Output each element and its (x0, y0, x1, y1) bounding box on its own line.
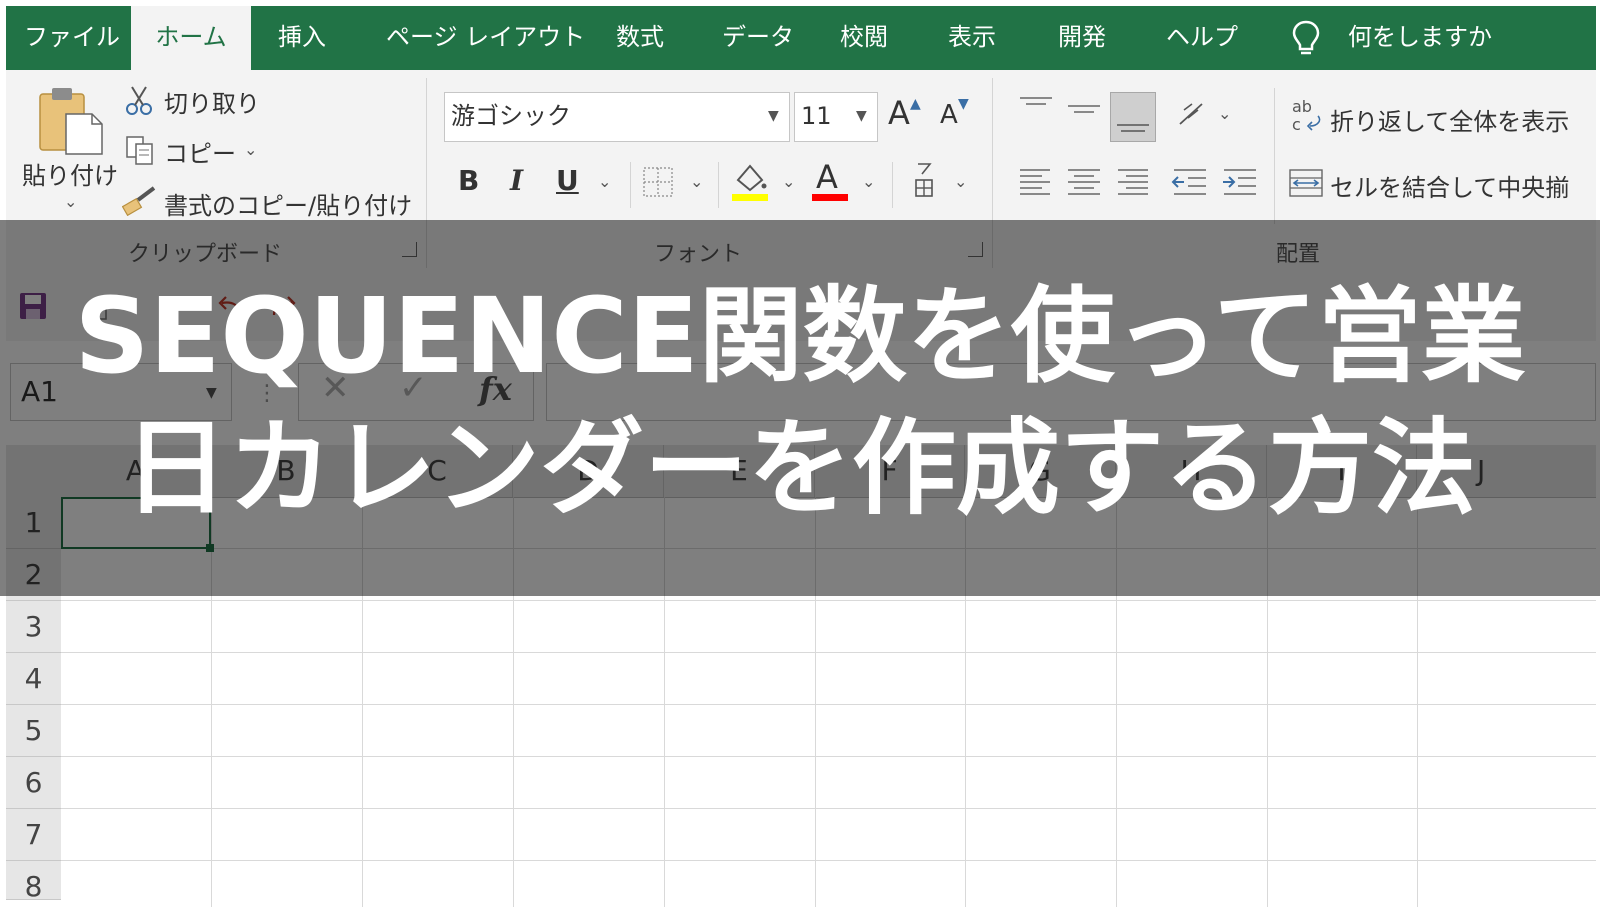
decrease-indent-icon[interactable] (1170, 164, 1210, 200)
row-header-3[interactable]: 3 (6, 601, 61, 653)
grid-line (61, 756, 1596, 757)
tab-view[interactable]: 表示 (948, 6, 996, 70)
tell-me-search[interactable]: 何をしますか (1348, 6, 1492, 70)
align-right-icon[interactable] (1112, 164, 1152, 200)
font-name-combo[interactable]: 游ゴシック (444, 92, 790, 142)
font-color-dropdown-icon[interactable]: ⌄ (862, 172, 875, 191)
title-line-2: 日カレンダーを作成する方法 (123, 407, 1476, 529)
italic-button[interactable]: I (510, 164, 523, 197)
separator (1274, 88, 1275, 224)
merge-center-button[interactable]: セルを結合して中央揃 (1330, 168, 1569, 203)
separator (718, 162, 719, 208)
format-painter-button[interactable]: 書式のコピー/貼り付け (164, 186, 412, 221)
tab-review[interactable]: 校閲 (840, 6, 888, 70)
tab-file[interactable]: ファイル (24, 6, 120, 70)
phonetic-dropdown-icon[interactable]: ⌄ (954, 172, 967, 191)
grid-line (61, 808, 1596, 809)
row-header-4[interactable]: 4 (6, 653, 61, 705)
underline-button[interactable]: U (556, 164, 579, 197)
tab-home[interactable]: ホーム (131, 6, 251, 70)
row-header-5[interactable]: 5 (6, 705, 61, 757)
separator (630, 162, 631, 208)
title-line-1: SEQUENCE関数を使って営業 (74, 275, 1526, 397)
orientation-icon[interactable] (1174, 96, 1210, 132)
fill-color-dropdown-icon[interactable]: ⌄ (782, 172, 795, 191)
align-top-icon[interactable] (1016, 94, 1056, 124)
tab-page-layout[interactable]: ページ レイアウト (386, 6, 585, 70)
grid-line (61, 704, 1596, 705)
grow-font-arrow-icon: ▲ (910, 96, 921, 112)
tab-insert[interactable]: 挿入 (278, 6, 326, 70)
wrap-text-button[interactable]: 折り返して全体を表示 (1330, 102, 1569, 137)
paste-label[interactable]: 貼り付け (22, 156, 118, 191)
borders-dropdown-icon[interactable]: ⌄ (690, 172, 703, 191)
tab-data[interactable]: データ (722, 6, 794, 70)
font-size-dropdown-icon[interactable]: ▼ (856, 108, 867, 124)
font-name-dropdown-icon[interactable]: ▼ (768, 108, 779, 124)
wrap-text-icon: ab c (1292, 97, 1321, 134)
paste-dropdown-icon[interactable]: ⌄ (64, 192, 77, 211)
grid-line (61, 652, 1596, 653)
align-bottom-button[interactable] (1110, 92, 1156, 142)
cut-button[interactable]: 切り取り (164, 84, 260, 119)
row-header-7[interactable]: 7 (6, 809, 61, 861)
underline-dropdown-icon[interactable]: ⌄ (598, 172, 611, 191)
grid-line (61, 860, 1596, 861)
format-painter-icon (122, 186, 156, 216)
scissors-icon (126, 86, 152, 115)
svg-text:c: c (1292, 115, 1301, 134)
increase-indent-icon[interactable] (1220, 164, 1260, 200)
fill-color-icon[interactable] (730, 160, 770, 202)
title-overlay: SEQUENCE関数を使って営業 日カレンダーを作成する方法 (0, 220, 1600, 596)
shrink-font-arrow-icon: ▼ (958, 96, 969, 112)
copy-button[interactable]: コピー (164, 134, 236, 169)
borders-icon[interactable] (642, 166, 674, 198)
align-left-icon[interactable] (1016, 164, 1056, 200)
grow-font-button[interactable]: A (888, 94, 910, 132)
shrink-font-button[interactable]: A (940, 100, 958, 130)
font-color-button[interactable]: A (816, 158, 838, 196)
copy-icon (126, 136, 153, 165)
font-color-swatch (812, 194, 848, 201)
tab-formulas[interactable]: 数式 (616, 6, 664, 70)
row-header-8[interactable]: 8 (6, 861, 61, 900)
align-center-icon[interactable] (1064, 164, 1104, 200)
lightbulb-icon (1292, 20, 1320, 55)
align-bottom-icon (1117, 124, 1149, 132)
tab-developer[interactable]: 開発 (1058, 6, 1106, 70)
ribbon-tab-bar: ファイル ホーム 挿入 ページ レイアウト 数式 データ 校閲 表示 開発 ヘル… (6, 6, 1596, 70)
merge-center-icon (1289, 169, 1323, 197)
grid-line (61, 600, 1596, 601)
bold-button[interactable]: B (458, 164, 479, 197)
separator (892, 162, 893, 208)
orientation-dropdown-icon[interactable]: ⌄ (1218, 104, 1231, 123)
tab-help[interactable]: ヘルプ (1166, 6, 1238, 70)
phonetic-guide-icon[interactable] (910, 160, 938, 200)
align-middle-icon[interactable] (1064, 94, 1104, 124)
svg-text:ab: ab (1292, 97, 1312, 116)
row-header-6[interactable]: 6 (6, 757, 61, 809)
copy-dropdown-icon[interactable]: ⌄ (244, 140, 257, 159)
paste-icon[interactable] (36, 84, 106, 156)
